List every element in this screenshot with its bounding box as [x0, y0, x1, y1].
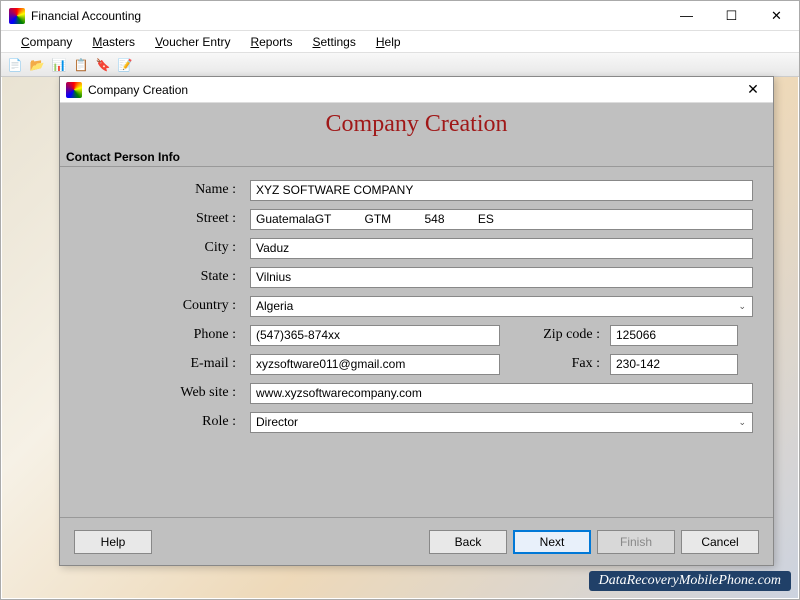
- state-label: State :: [80, 269, 250, 285]
- street-label: Street :: [80, 211, 250, 227]
- menu-settings[interactable]: Settings: [302, 32, 365, 52]
- menu-company[interactable]: Company: [11, 32, 82, 52]
- menu-help[interactable]: Help: [366, 32, 411, 52]
- tool-sheet-icon[interactable]: 📋: [71, 55, 91, 75]
- email-field[interactable]: [250, 354, 500, 375]
- maximize-button[interactable]: ☐: [709, 1, 754, 30]
- country-label: Country :: [80, 298, 250, 314]
- dialog-titlebar: Company Creation ✕: [60, 77, 773, 103]
- next-button[interactable]: Next: [513, 530, 591, 554]
- menu-reports[interactable]: Reports: [240, 32, 302, 52]
- role-select[interactable]: Director ⌄: [250, 412, 753, 433]
- zip-label: Zip code :: [500, 327, 610, 343]
- help-button[interactable]: Help: [74, 530, 152, 554]
- role-label: Role :: [80, 414, 250, 430]
- fax-label: Fax :: [500, 356, 610, 372]
- menubar: Company Masters Voucher Entry Reports Se…: [1, 31, 799, 53]
- app-icon: [9, 8, 25, 24]
- tool-form-icon[interactable]: 📝: [115, 55, 135, 75]
- main-window: Financial Accounting — ☐ ✕ Company Maste…: [0, 0, 800, 600]
- finish-button[interactable]: Finish: [597, 530, 675, 554]
- country-select[interactable]: Algeria ⌄: [250, 296, 753, 317]
- button-bar: Help Back Next Finish Cancel: [60, 517, 773, 565]
- city-field[interactable]: [250, 238, 753, 259]
- state-field[interactable]: [250, 267, 753, 288]
- main-titlebar: Financial Accounting — ☐ ✕: [1, 1, 799, 31]
- tool-open-icon[interactable]: 📂: [27, 55, 47, 75]
- name-field[interactable]: [250, 180, 753, 201]
- app-title: Financial Accounting: [31, 9, 664, 23]
- tool-new-icon[interactable]: 📄: [5, 55, 25, 75]
- company-creation-dialog: Company Creation ✕ Company Creation Cont…: [59, 76, 774, 566]
- dialog-icon: [66, 82, 82, 98]
- phone-field[interactable]: [250, 325, 500, 346]
- menu-masters[interactable]: Masters: [82, 32, 145, 52]
- fax-field[interactable]: [610, 354, 738, 375]
- form-area: Name : Street : City : State : Country :: [60, 167, 773, 517]
- name-label: Name :: [80, 182, 250, 198]
- close-button[interactable]: ✕: [754, 1, 799, 30]
- street-field[interactable]: [250, 209, 753, 230]
- website-label: Web site :: [80, 385, 250, 401]
- menu-voucher[interactable]: Voucher Entry: [145, 32, 240, 52]
- cancel-button[interactable]: Cancel: [681, 530, 759, 554]
- minimize-button[interactable]: —: [664, 1, 709, 30]
- city-label: City :: [80, 240, 250, 256]
- tool-tag-icon[interactable]: 🔖: [93, 55, 113, 75]
- dialog-close-button[interactable]: ✕: [733, 77, 773, 102]
- country-value: Algeria: [256, 299, 293, 313]
- section-title: Contact Person Info: [60, 148, 773, 167]
- chevron-down-icon: ⌄: [738, 301, 746, 312]
- tool-grid-icon[interactable]: 📊: [49, 55, 69, 75]
- toolbar: 📄 📂 📊 📋 🔖 📝: [1, 53, 799, 77]
- zip-field[interactable]: [610, 325, 738, 346]
- back-button[interactable]: Back: [429, 530, 507, 554]
- dialog-heading: Company Creation: [60, 103, 773, 148]
- dialog-title: Company Creation: [88, 83, 733, 97]
- chevron-down-icon: ⌄: [738, 417, 746, 428]
- role-value: Director: [256, 415, 298, 429]
- watermark: DataRecoveryMobilePhone.com: [589, 571, 791, 591]
- email-label: E-mail :: [80, 356, 250, 372]
- phone-label: Phone :: [80, 327, 250, 343]
- window-controls: — ☐ ✕: [664, 1, 799, 30]
- website-field[interactable]: [250, 383, 753, 404]
- dialog-body: Company Creation Contact Person Info Nam…: [60, 103, 773, 565]
